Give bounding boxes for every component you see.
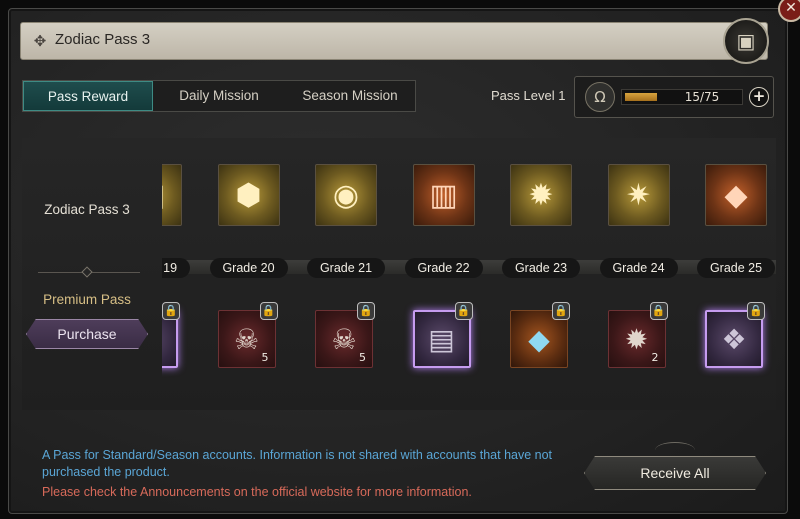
reward-track[interactable]: ▤Grade 19▤🔒⬢Grade 20☠5🔒◉Grade 21☠5🔒▥Grad…: [162, 138, 776, 410]
star-emblem-icon: ✷: [625, 177, 652, 213]
skull-relic-icon: ☠: [331, 322, 357, 356]
free-reward-slot[interactable]: ◆: [705, 164, 767, 226]
chest-button[interactable]: ▣: [723, 18, 769, 64]
add-level-button[interactable]: +: [749, 87, 769, 107]
grade-label: Grade 25: [697, 258, 775, 278]
item-quantity: 2: [651, 351, 659, 364]
grade-column: ▤Grade 19▤🔒: [162, 138, 190, 410]
pass-progress-text: 15/75: [684, 90, 720, 104]
free-row-label: Zodiac Pass 3: [44, 202, 130, 217]
chest-icon: ▤: [162, 178, 165, 213]
free-reward-slot[interactable]: ▤: [162, 164, 182, 226]
premium-row-label: Premium Pass: [43, 292, 131, 307]
purchase-button[interactable]: Purchase: [26, 319, 148, 349]
pass-level-label: Pass Level 1: [491, 88, 566, 103]
grade-column: ◉ Grade 21 ☠ 5 🔒: [307, 138, 385, 410]
free-reward-slot[interactable]: ▥: [412, 164, 475, 226]
hexagon-token-icon: ⬢: [235, 177, 262, 213]
lock-icon: 🔒: [552, 302, 570, 320]
pass-level-box: Ω 15/75 +: [574, 76, 774, 118]
grade-label: Grade 24: [599, 258, 678, 278]
skull-relic-icon: ☠: [233, 322, 260, 356]
announcement-notice: Please check the Announcements on the of…: [42, 485, 472, 499]
free-reward-slot[interactable]: ✷: [607, 164, 670, 226]
tab-season-mission[interactable]: Season Mission: [285, 81, 415, 111]
scroll-gem-icon: ❖: [721, 322, 747, 356]
free-reward-slot[interactable]: ✹: [510, 164, 572, 226]
chest-icon: ▣: [736, 29, 756, 53]
grade-label: Grade 22: [404, 258, 483, 278]
item-quantity: 5: [261, 351, 269, 364]
grade-column: ✹ Grade 23 ◆ 🔒: [502, 138, 580, 410]
flame-emblem-icon: ✹: [624, 322, 649, 356]
clover-icon: ✥: [33, 32, 47, 50]
horseshoe-icon: Ω: [585, 82, 615, 112]
page-title: Zodiac Pass 3: [55, 31, 151, 48]
tab-daily-mission[interactable]: Daily Mission: [153, 81, 285, 111]
receive-ornament: [655, 442, 695, 458]
lock-icon: 🔒: [454, 302, 473, 320]
grade-column: ✷ Grade 24 ✹ 2 🔒: [599, 138, 678, 410]
pass-progress-bar: 15/75: [621, 89, 743, 105]
lock-icon: 🔒: [747, 302, 765, 320]
receive-all-button[interactable]: Receive All: [584, 456, 766, 490]
item-quantity: 5: [359, 351, 366, 364]
crystal-icon: ◆: [528, 322, 550, 356]
lock-icon: 🔒: [259, 302, 278, 320]
grade-column: ⬢ Grade 20 ☠ 5 🔒: [209, 138, 288, 410]
lock-icon: 🔒: [162, 302, 180, 320]
grade-column: ▥ Grade 22 ▤ 🔒: [404, 138, 483, 410]
ring-gem-icon: ◉: [332, 177, 360, 213]
account-notice: A Pass for Standard/Season accounts. Inf…: [42, 448, 553, 479]
grade-label: Grade 21: [307, 258, 385, 278]
free-reward-slot[interactable]: ◉: [315, 164, 377, 226]
chest-icon: ▤: [428, 322, 455, 356]
reward-panel: Zodiac Pass 3 Premium Pass Purchase ▤ Gra…: [22, 138, 776, 410]
flame-emblem-icon: ✹: [528, 177, 554, 213]
lock-icon: 🔒: [357, 302, 375, 320]
tab-bar: Pass Reward Daily Mission Season Mission: [22, 80, 416, 112]
divider-ornament: [81, 266, 93, 278]
grade-label: Grade 19: [162, 258, 190, 278]
tab-pass-reward[interactable]: Pass Reward: [23, 81, 153, 111]
box-icon: ▥: [429, 177, 458, 213]
free-reward-slot[interactable]: ⬢: [217, 164, 280, 226]
grade-label: Grade 23: [502, 258, 580, 278]
title-bar: ✥ Zodiac Pass 3 ▣: [20, 18, 769, 64]
lock-icon: 🔒: [649, 302, 668, 320]
grade-column: ◆ Grade 25 ❖ 🔒: [697, 138, 775, 410]
grade-label: Grade 20: [209, 258, 288, 278]
crystal-icon: ◆: [724, 177, 748, 213]
close-icon: ✕: [785, 0, 797, 16]
